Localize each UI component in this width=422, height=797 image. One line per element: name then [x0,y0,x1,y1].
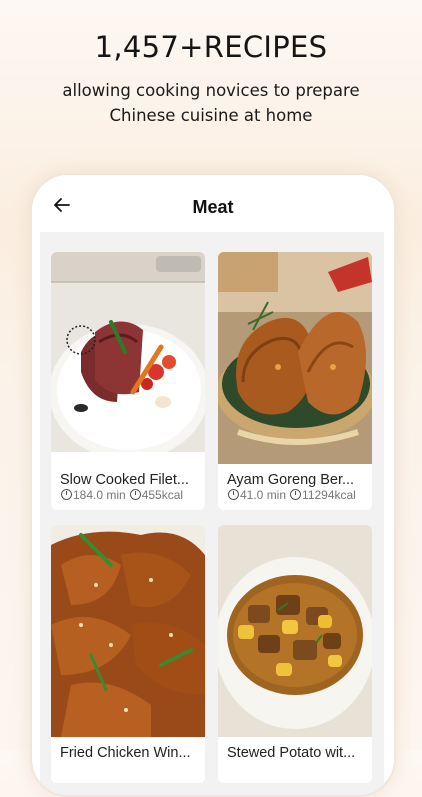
clock-icon [61,489,72,500]
calorie-icon [290,489,302,500]
promo-headline: 1,457+RECIPES [94,30,328,64]
recipe-card[interactable]: Ayam Goreng Ber... 41.0 min 11294kcal [218,252,372,510]
recipe-meta: 184.0 min 455kcal [61,488,183,502]
recipe-calories: 455kcal [141,488,184,502]
recipe-title: Ayam Goreng Ber... [227,472,355,488]
recipe-image [218,252,372,464]
promo-subtitle-line-2: Chinese cuisine at home [109,106,313,125]
phone-frame: Meat Slow Cooked Filet... 184.0 min 455k… [30,173,396,797]
recipe-image [51,525,205,737]
recipe-title: Stewed Potato wit... [227,745,356,761]
recipe-image [51,252,205,464]
recipe-grid: Slow Cooked Filet... 184.0 min 455kcal A… [40,232,384,795]
recipe-meta: 41.0 min 11294kcal [228,488,356,502]
promo-subtitle-line-1: allowing cooking novices to prepare [62,81,360,100]
recipe-title: Fried Chicken Win... [60,745,191,761]
app-bar: Meat [32,175,394,232]
recipe-image [218,525,372,737]
recipe-card[interactable]: Slow Cooked Filet... 184.0 min 455kcal [51,252,205,510]
recipe-title: Slow Cooked Filet... [60,472,189,488]
clock-icon [228,489,239,500]
recipe-card[interactable]: Fried Chicken Win... [51,525,205,783]
recipe-time: 41.0 min [240,488,287,502]
recipe-time: 184.0 min [73,488,126,502]
calorie-icon [129,489,141,500]
page-title: Meat [192,197,234,217]
recipe-card[interactable]: Stewed Potato wit... [218,525,372,783]
recipe-calories: 11294kcal [302,488,356,502]
